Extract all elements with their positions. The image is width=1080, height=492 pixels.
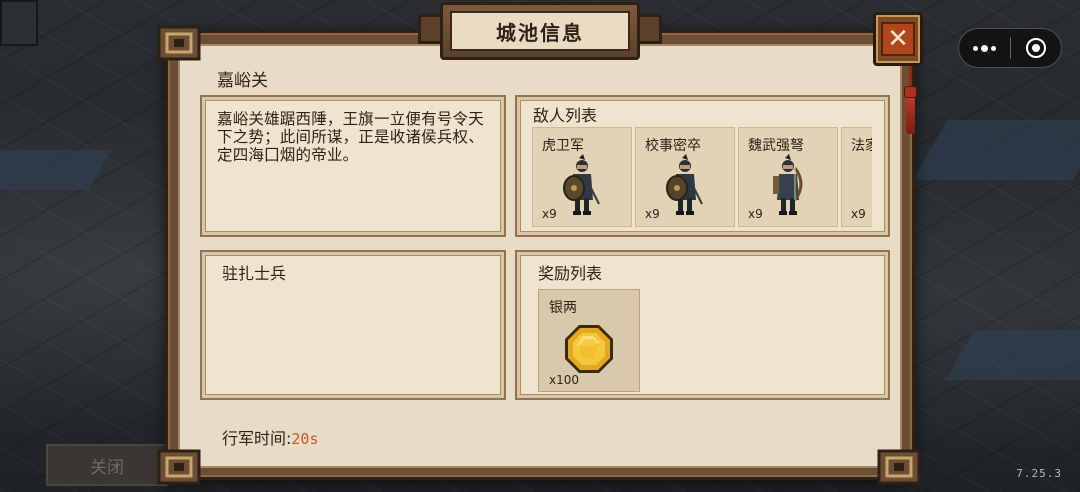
city-description: 嘉峪关雄踞西陲，王旗一立便有号令天下之势；此间所谋，正是收诸侯兵权、定四海囗烟的… <box>217 110 484 164</box>
rewards-title: 奖励列表 <box>538 264 603 283</box>
enemy-count: x9 <box>748 207 763 221</box>
march-time-value: 20s <box>291 430 319 448</box>
soldier-icon <box>870 154 872 218</box>
enemy-card[interactable]: 校事密卒 x9 <box>635 127 735 227</box>
more-dots-icon <box>972 44 996 52</box>
corner-knot-ornament <box>156 448 202 486</box>
target-circle-icon <box>1025 38 1046 58</box>
enemy-card[interactable]: 法家 x9 <box>841 127 872 227</box>
more-menu-button[interactable] <box>959 29 1010 67</box>
enemy-name: 虎卫军 <box>542 138 584 154</box>
march-time-label: 行军时间: <box>222 429 292 448</box>
enemy-list-title: 敌人列表 <box>533 106 598 125</box>
dialog-title: 城池信息 <box>496 20 584 45</box>
enemy-card[interactable]: 虎卫军 x9 <box>532 127 632 227</box>
title-plaque: 城池信息 <box>440 2 640 60</box>
corner-knot-ornament <box>876 448 922 486</box>
close-dialog-button[interactable]: ✕ <box>873 12 923 66</box>
tassel-ornament <box>906 98 915 134</box>
shield-soldier-icon <box>666 154 703 215</box>
enemy-count: x9 <box>645 207 660 221</box>
garrison-title: 驻扎士兵 <box>222 264 287 283</box>
corner-knot-ornament <box>156 24 202 62</box>
enemy-list[interactable]: 虎卫军 x9 校事密卒 x9 魏武强弩 x9 法 x9 <box>532 127 872 229</box>
silver-coin-icon <box>565 325 613 373</box>
tassel-ornament <box>904 86 917 98</box>
reward-count: x100 <box>549 373 580 387</box>
shield-soldier-icon <box>563 154 600 215</box>
enemy-count: x9 <box>851 207 866 221</box>
crossbow-soldier-icon <box>773 154 803 215</box>
enemy-name: 魏武强弩 <box>748 138 804 154</box>
version-label: 7.25.3 <box>1016 467 1062 480</box>
march-time: 行军时间:20s <box>222 425 319 449</box>
enemy-card[interactable]: 魏武强弩 x9 <box>738 127 838 227</box>
close-x-icon: ✕ <box>881 22 915 56</box>
enemy-name: 法家 <box>851 138 872 154</box>
enemy-name: 校事密卒 <box>645 138 701 154</box>
reward-card[interactable]: 银两 x100 <box>538 289 640 392</box>
miniprogram-capsule <box>958 28 1062 68</box>
reward-name: 银两 <box>549 300 577 316</box>
enemy-count: x9 <box>542 207 557 221</box>
city-name: 嘉峪关 <box>217 71 268 91</box>
map-menu-tile[interactable] <box>0 0 38 46</box>
map-close-button[interactable]: 关闭 <box>46 444 168 486</box>
exit-miniprogram-button[interactable] <box>1011 29 1062 67</box>
